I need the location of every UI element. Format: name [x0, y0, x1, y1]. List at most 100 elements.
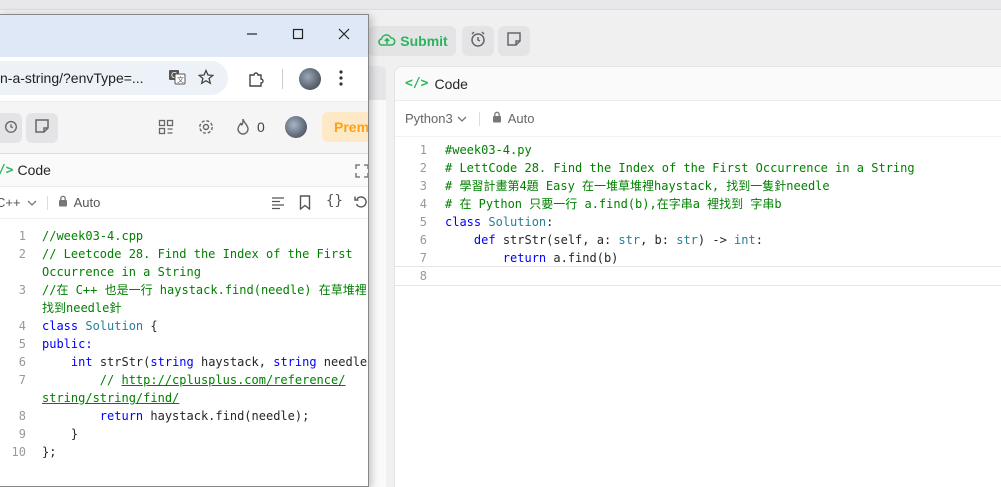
code-token: { — [143, 319, 158, 333]
code-line[interactable]: 1 //week03-4.cpp — [0, 227, 368, 245]
code-token: int — [734, 233, 756, 247]
bookmark-icon[interactable] — [299, 195, 311, 213]
note-button[interactable] — [498, 26, 530, 56]
code-line[interactable]: 找到needle針 — [0, 299, 368, 317]
code-token: 找到needle針 — [42, 301, 122, 315]
code-line[interactable]: 8 return haystack.find(needle); — [0, 407, 368, 425]
code-line[interactable]: 9 } — [0, 425, 368, 443]
code-token: Solution — [488, 215, 547, 229]
code-token: # LettCode 28. Find the Index of the Fir… — [445, 161, 915, 175]
maximize-button[interactable] — [280, 21, 316, 51]
code-text: #week03-4.py — [427, 141, 532, 159]
alarm-button[interactable] — [0, 113, 22, 143]
code-line[interactable]: string/string/find/ — [0, 389, 368, 407]
code-text: }; — [26, 443, 56, 461]
code-text: # 在 Python 只要一行 a.find(b),在字串a 裡找到 字串b — [427, 195, 782, 213]
code-line[interactable]: 7 // http://cplusplus.com/reference/ — [0, 371, 368, 389]
language-selector[interactable]: C++ — [0, 195, 37, 210]
code-token: def — [473, 233, 503, 247]
code-panel-subbar: Python3 Auto — [395, 101, 1001, 137]
submit-button[interactable]: Submit — [368, 26, 456, 56]
user-avatar[interactable] — [285, 116, 307, 138]
line-number — [0, 299, 26, 317]
code-token: str — [676, 233, 698, 247]
profile-avatar[interactable] — [299, 68, 321, 90]
code-line[interactable]: 3 //在 C++ 也是一行 haystack.find(needle) 在草堆裡 — [0, 281, 368, 299]
code-token: strStr( — [99, 355, 151, 369]
code-token: Occurrence in a String — [42, 265, 201, 279]
code-token: # 學習計畫第4題 Easy 在一堆草堆裡haystack, 找到一隻針need… — [445, 179, 830, 193]
alarm-clock-icon — [469, 30, 487, 53]
code-line[interactable]: 5 public: — [0, 335, 368, 353]
lock-icon — [492, 111, 502, 126]
code-line[interactable]: Occurrence in a String — [0, 263, 368, 281]
premium-label: Prem — [334, 119, 369, 135]
line-number: 6 — [18, 355, 26, 369]
code-line[interactable]: 5 class Solution: — [395, 213, 1001, 231]
code-line[interactable]: 4 class Solution { — [0, 317, 368, 335]
layout-grid-icon[interactable] — [158, 119, 174, 140]
code-line[interactable]: 6 int strStr(string haystack, string nee… — [0, 353, 368, 371]
code-line[interactable]: 1 #week03-4.py — [395, 141, 1001, 159]
settings-gear-icon[interactable] — [197, 118, 215, 141]
code-line[interactable]: 7 return a.find(b) — [395, 249, 1001, 267]
alarm-button[interactable] — [462, 26, 494, 56]
line-number: 10 — [11, 445, 26, 459]
submit-label: Submit — [400, 33, 448, 49]
braces-icon[interactable]: {} — [326, 193, 343, 209]
code-token: string — [150, 355, 201, 369]
reset-icon[interactable] — [354, 195, 368, 212]
format-code-icon[interactable] — [271, 196, 285, 213]
code-text: # 學習計畫第4題 Easy 在一堆草堆裡haystack, 找到一隻針need… — [427, 177, 830, 195]
address-bar[interactable]: n-a-string/?envType=... G文 — [0, 61, 228, 95]
svg-text:文: 文 — [177, 75, 184, 84]
code-token: class — [42, 319, 86, 333]
code-text: //week03-4.cpp — [26, 227, 143, 245]
code-line[interactable]: 2 # LettCode 28. Find the Index of the Fi… — [395, 159, 1001, 177]
code-token: //在 C++ 也是一行 haystack.find(needle) 在草堆裡 — [42, 283, 367, 297]
code-editor[interactable]: 1 #week03-4.py 2 # LettCode 28. Find the In… — [395, 137, 1001, 286]
note-icon — [506, 31, 522, 52]
code-token: strStr(self, a: — [502, 233, 619, 247]
cloud-upload-icon — [378, 32, 396, 51]
code-token: a.find(b) — [553, 251, 619, 265]
fullscreen-icon[interactable] — [355, 164, 368, 181]
code-line[interactable]: 8 — [395, 266, 1001, 286]
line-number: 3 — [419, 179, 427, 193]
code-text: def strStr(self, a: str, b: str) -> int: — [427, 231, 763, 249]
code-text: string/string/find/ — [26, 389, 179, 407]
code-token: #week03-4.py — [445, 143, 532, 157]
streak-flame-icon[interactable] — [235, 118, 251, 141]
line-number: 2 — [419, 161, 427, 175]
line-number: 9 — [18, 427, 26, 441]
note-button[interactable] — [26, 113, 58, 143]
code-panel-header: </> Code — [395, 67, 1001, 101]
line-number: 4 — [18, 319, 26, 333]
url-text: n-a-string/?envType=... — [0, 70, 144, 86]
code-line[interactable]: 10}; — [0, 443, 368, 461]
code-token: , b: — [640, 233, 677, 247]
minimize-button[interactable] — [234, 21, 270, 51]
code-panel-title: Code — [17, 162, 51, 178]
code-line[interactable]: 4 # 在 Python 只要一行 a.find(b),在字串a 裡找到 字串b — [395, 195, 1001, 213]
code-editor[interactable]: 1 //week03-4.cpp 2 // Leetcode 28. Find the… — [0, 219, 368, 461]
code-text: //在 C++ 也是一行 haystack.find(needle) 在草堆裡 — [26, 281, 367, 299]
minimize-icon — [246, 27, 258, 45]
more-menu-icon[interactable] — [338, 69, 344, 92]
code-line[interactable]: 2 // Leetcode 28. Find the Index of the F… — [0, 245, 368, 263]
premium-button[interactable]: Prem — [322, 112, 369, 142]
language-label: Python3 — [405, 111, 453, 126]
language-selector[interactable]: Python3 — [405, 111, 467, 126]
code-token: string/string/find/ — [42, 391, 180, 405]
extensions-icon[interactable] — [247, 70, 265, 93]
bookmark-star-icon[interactable] — [197, 68, 215, 88]
code-token: haystack.find(needle); — [150, 409, 310, 423]
close-button[interactable] — [326, 21, 362, 51]
line-number: 3 — [18, 283, 26, 297]
translate-icon[interactable]: G文 — [168, 68, 186, 89]
code-line[interactable]: 3 # 學習計畫第4題 Easy 在一堆草堆裡haystack, 找到一隻針nee… — [395, 177, 1001, 195]
code-line[interactable]: 6 def strStr(self, a: str, b: str) -> in… — [395, 231, 1001, 249]
